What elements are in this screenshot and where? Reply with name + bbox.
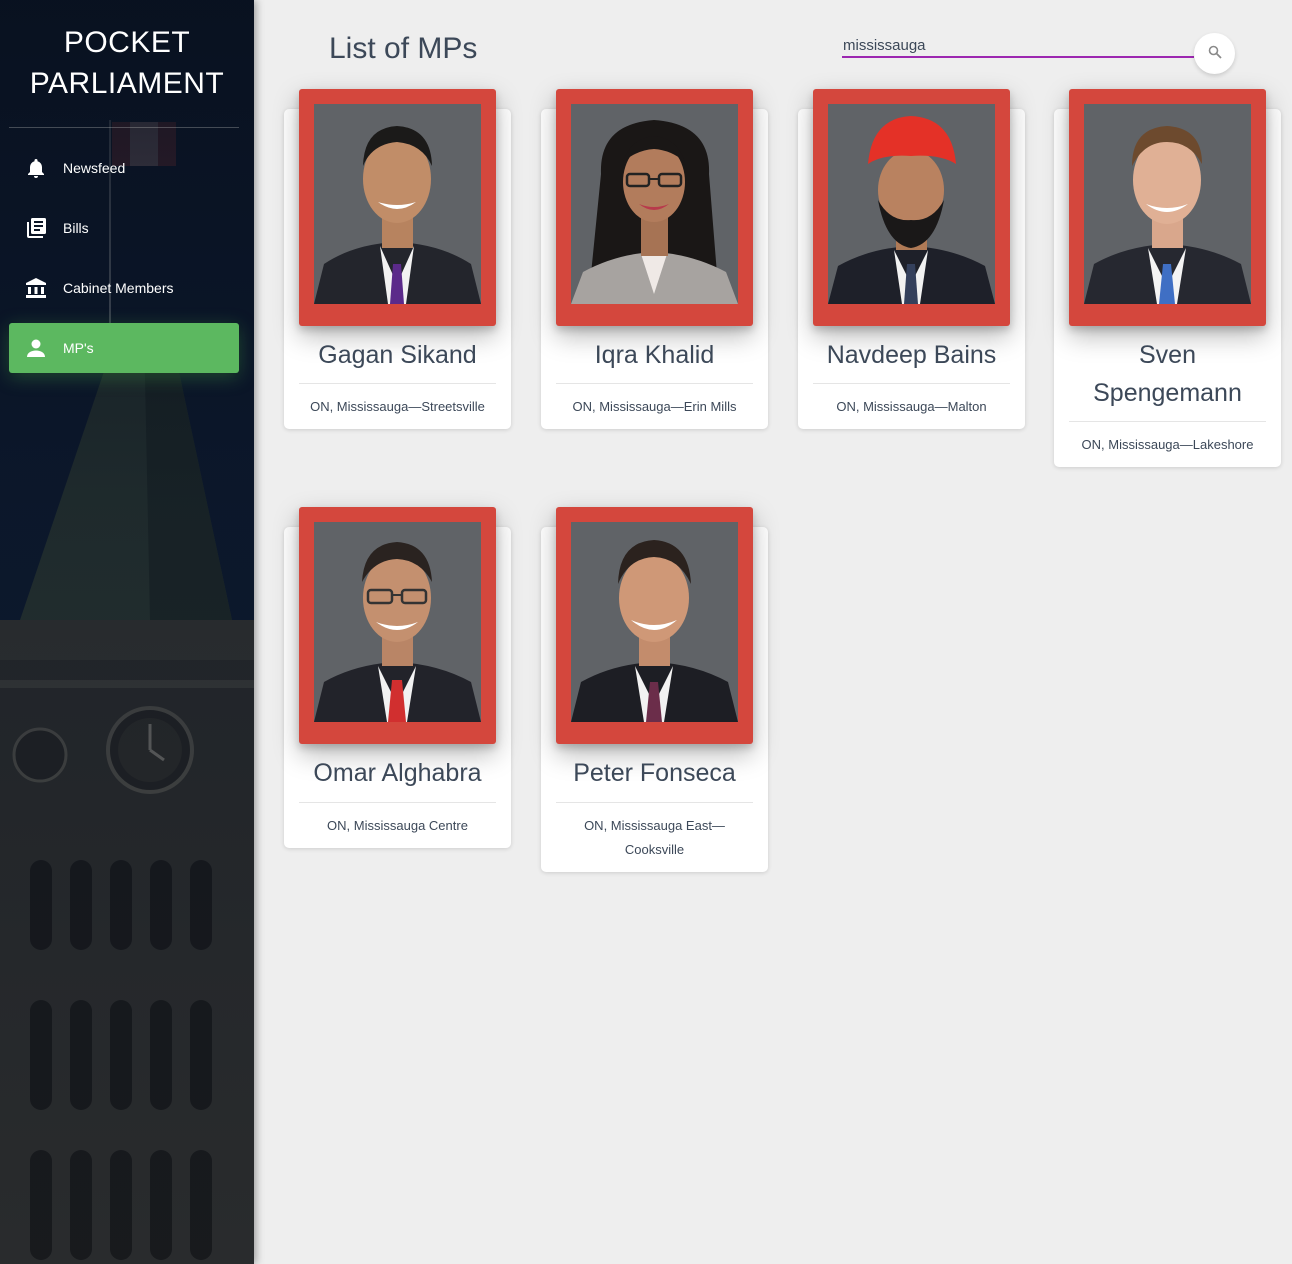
card-divider [556,383,753,384]
mp-riding: ON, Mississauga—Lakeshore [1081,437,1254,452]
card-divider [813,383,1010,384]
search-icon [1208,45,1222,62]
card-divider [299,383,496,384]
mp-card[interactable]: Navdeep Bains ON, Mississauga—Malton [798,89,1025,429]
sidebar: POCKET PARLIAMENT Newsfeed Bills Cabinet… [0,0,254,1264]
mp-name: Peter Fonseca [573,759,736,787]
mp-card[interactable]: Gagan Sikand ON, Mississauga—Streetsvill… [284,89,511,429]
sidebar-divider [9,127,239,128]
sidebar-item-newsfeed[interactable]: Newsfeed [9,143,239,193]
mp-portrait [314,104,481,304]
mp-name: Sven Spengemann [1093,341,1242,407]
page-title: List of MPs [329,32,478,65]
mp-card[interactable]: Iqra Khalid ON, Mississauga—Erin Mills [541,89,768,429]
library-books-icon [9,217,63,239]
sidebar-item-bills[interactable]: Bills [9,203,239,253]
search-bar [842,36,1194,60]
mp-photo-frame [813,89,1010,326]
search-input[interactable] [842,36,1194,58]
mp-name: Omar Alghabra [313,759,482,787]
mp-portrait [314,522,481,722]
search-button[interactable] [1194,33,1235,74]
sidebar-item-label: MP's [63,340,94,356]
sidebar-nav: Newsfeed Bills Cabinet Members MP's [9,143,239,383]
mp-riding: ON, Mississauga—Malton [836,399,987,414]
mp-portrait [828,104,995,304]
mp-riding: ON, Mississauga East— Cooksville [584,818,725,857]
mp-photo-frame [299,89,496,326]
card-divider [556,802,753,803]
mp-photo-frame [1069,89,1266,326]
card-divider [1069,421,1266,422]
mp-card[interactable]: Sven Spengemann ON, Mississauga—Lakeshore [1054,89,1281,467]
brand-line-2: PARLIAMENT [29,67,225,100]
sidebar-item-label: Newsfeed [63,160,126,176]
bank-building-icon [9,277,63,299]
card-divider [299,802,496,803]
sidebar-item-label: Bills [63,220,89,236]
mp-portrait [571,522,738,722]
sidebar-item-mps[interactable]: MP's [9,323,239,373]
mp-photo-frame [556,89,753,326]
mp-name: Iqra Khalid [594,341,715,369]
app-brand[interactable]: POCKET PARLIAMENT [0,22,254,104]
mp-portrait [1084,104,1251,304]
mp-name: Gagan Sikand [318,341,477,369]
mp-riding: ON, Mississauga—Erin Mills [572,399,737,414]
mp-riding: ON, Mississauga Centre [327,818,468,833]
mp-photo-frame [299,507,496,744]
bell-icon [9,157,63,179]
sidebar-item-cabinet-members[interactable]: Cabinet Members [9,263,239,313]
mp-card[interactable]: Peter Fonseca ON, Mississauga East— Cooks… [541,507,768,872]
mp-riding: ON, Mississauga—Streetsville [310,399,485,414]
mp-card[interactable]: Omar Alghabra ON, Mississauga Centre [284,507,511,848]
sidebar-item-label: Cabinet Members [63,280,174,296]
mp-name: Navdeep Bains [826,341,997,369]
person-icon [9,338,63,358]
brand-line-1: POCKET [63,26,191,59]
mp-portrait [571,104,738,304]
mp-photo-frame [556,507,753,744]
